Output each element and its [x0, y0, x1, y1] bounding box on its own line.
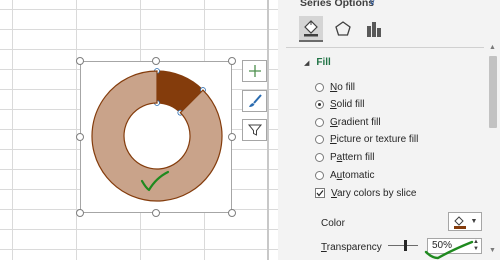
excel-window: Series Options ∨ ◢ Fill No fill Solid fil…: [0, 0, 500, 260]
green-check-annotation-chart: [140, 170, 170, 192]
annotation-layer: [140, 170, 474, 260]
green-check-annotation-transparency: [424, 240, 474, 260]
